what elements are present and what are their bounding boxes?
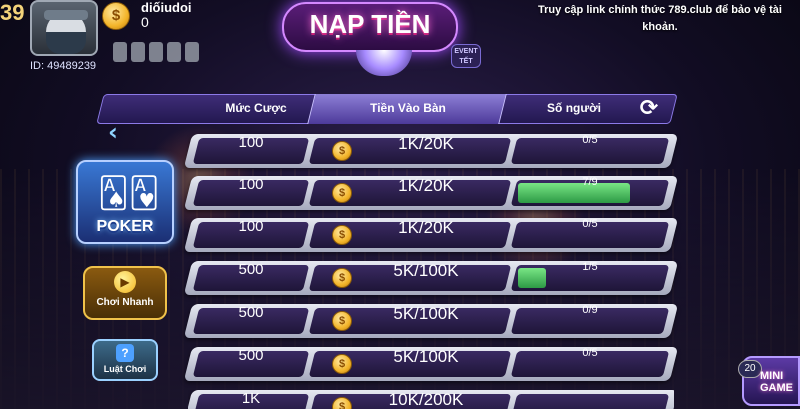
user-id: ID: 49489239 [30,60,97,72]
username: diốiudoi [141,0,192,15]
chip-icon [149,42,163,62]
bet-value: 1K [241,390,261,407]
table-row[interactable]: 500 $ 5K/100K 0/9 [183,304,679,338]
quick-play-label: Chơi Nhanh [96,297,154,308]
vip-chips [113,42,199,62]
players-value [514,390,666,409]
chip-icon [131,42,145,62]
stake-value: 5K/100K [393,347,459,366]
coin-icon: $ [102,2,130,30]
avatar[interactable] [30,0,98,56]
deposit-button[interactable]: NẠP TIỀN [282,9,458,40]
coin-icon: $ [332,311,352,331]
table-row[interactable]: 100 $ 1K/20K 0/5 [183,218,679,252]
stake-value: 1K/20K [398,218,454,237]
column-players[interactable]: Số người [532,101,616,115]
balance: 0 [141,14,149,30]
event-tet-badge[interactable]: EVENT TẾT [451,44,481,68]
players-value: 0/5 [582,134,598,146]
stake-value: 1K/20K [398,176,454,195]
bet-value: 100 [238,176,264,193]
bet-value: 500 [238,347,264,364]
chip-icon [185,42,199,62]
play-icon: ▶ [114,271,136,293]
coin-icon: $ [332,225,352,245]
table-row[interactable]: 100 $ 1K/20K 7/9 [183,176,679,210]
table-row[interactable]: 100 $ 1K/20K 0/5 [183,134,679,168]
bet-value: 500 [238,261,264,278]
stake-value: 5K/100K [393,304,459,323]
stake-value: 5K/100K [393,261,459,280]
table-row[interactable]: 500 $ 5K/100K 0/5 [183,347,679,381]
stake-value: 10K/200K [388,390,464,409]
chip-icon [113,42,127,62]
avatar-headband [44,10,88,20]
bet-value: 500 [238,304,264,321]
bet-value: 100 [238,218,264,235]
column-stake[interactable]: Tiền Vào Bàn [340,101,476,115]
refresh-icon[interactable]: ⟳ [636,96,662,122]
back-arrow-icon[interactable]: ‹ [108,118,132,146]
question-icon: ? [116,344,134,362]
coin-icon: $ [332,354,352,374]
coin-icon: $ [332,141,352,161]
player-level: 39 [0,0,25,25]
players-value: 7/9 [582,176,598,188]
poker-label: POKER [96,218,154,235]
bet-value: 100 [238,134,264,151]
disco-ball-icon [356,50,412,76]
coin-icon: $ [332,183,352,203]
table-row[interactable]: 1K $ 10K/200K [188,390,674,409]
avatar-mask [46,32,86,54]
playing-cards-icon: 🂡🂱 [98,176,160,211]
stake-value: 1K/20K [398,134,454,153]
players-value: 0/5 [582,218,598,230]
players-value: 0/9 [582,304,598,316]
chip-icon [167,42,181,62]
column-bet[interactable]: Mức Cược [214,101,298,115]
mini-game-count: 20 [738,360,762,378]
rules-label: Luật Chơi [103,364,147,374]
notice-text: Truy cập link chính thức 789.club để bảo… [538,4,782,33]
players-value: 0/5 [582,347,598,359]
coin-icon: $ [332,268,352,288]
players-value: 1/5 [582,261,598,273]
mini-game-label: MINI GAME [760,370,793,394]
table-row[interactable]: 500 $ 5K/100K 1/5 [183,261,679,295]
